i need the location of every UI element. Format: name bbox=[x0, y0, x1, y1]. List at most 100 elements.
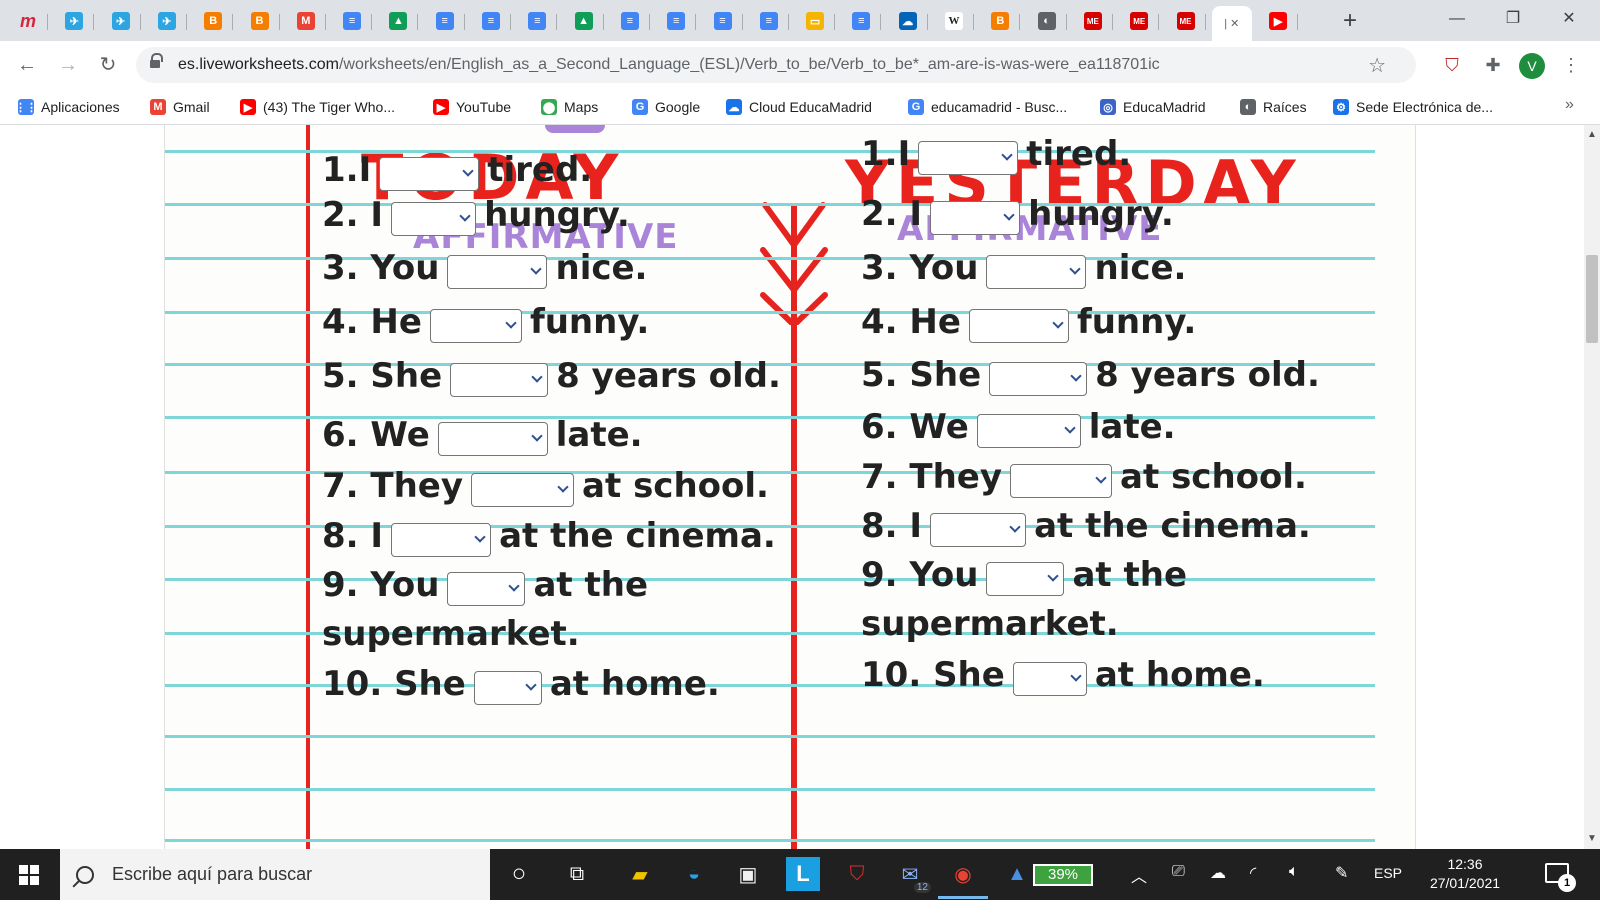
restore-button[interactable]: ❐ bbox=[1488, 4, 1538, 34]
browser-tab[interactable]: M bbox=[286, 6, 326, 36]
start-button[interactable] bbox=[0, 849, 58, 900]
verb-dropdown[interactable] bbox=[986, 254, 1087, 289]
bookmarks-overflow-button[interactable]: » bbox=[1565, 96, 1574, 114]
bookmark-item[interactable]: ▶ (43) The Tiger Who... bbox=[240, 96, 395, 118]
browser-tab[interactable]: ≡ bbox=[610, 6, 650, 36]
browser-tab[interactable]: W bbox=[934, 6, 974, 36]
bookmark-item[interactable]: M Gmail bbox=[150, 96, 210, 118]
browser-tab[interactable]: ≡ bbox=[841, 6, 882, 36]
chrome-icon[interactable]: ◉ bbox=[938, 857, 988, 899]
browser-tab[interactable]: ≡ bbox=[517, 6, 558, 36]
browser-tab[interactable]: ≡ bbox=[656, 6, 697, 36]
browser-tab[interactable]: m bbox=[8, 6, 48, 36]
browser-tab[interactable]: ▶ bbox=[1258, 6, 1299, 36]
browser-tab[interactable]: ◐ bbox=[1027, 6, 1067, 36]
verb-dropdown[interactable] bbox=[437, 421, 548, 456]
vertical-scrollbar[interactable]: ▲ ▼ bbox=[1584, 125, 1600, 849]
verb-dropdown[interactable] bbox=[986, 561, 1065, 596]
bookmark-item[interactable]: ⬤ Maps bbox=[541, 96, 598, 118]
browser-tab[interactable]: ▲ bbox=[564, 6, 604, 36]
bookmark-item[interactable]: ⚙ Sede Electrónica de... bbox=[1333, 96, 1493, 118]
reload-icon[interactable]: ↻ bbox=[94, 51, 122, 79]
browser-tab[interactable]: ≡ bbox=[471, 6, 511, 36]
bookmark-item[interactable]: ▶ YouTube bbox=[433, 96, 511, 118]
verb-dropdown[interactable] bbox=[447, 571, 526, 606]
url-text[interactable]: es.liveworksheets.com/worksheets/en/Engl… bbox=[178, 56, 1160, 74]
address-bar[interactable]: es.liveworksheets.com/worksheets/en/Engl… bbox=[136, 47, 1416, 83]
clock[interactable]: 12:36 27/01/2021 bbox=[1420, 855, 1510, 893]
file-explorer-icon[interactable]: ▰ bbox=[623, 857, 657, 891]
bookmark-item[interactable]: ⋮⋮ Aplicaciones bbox=[15, 96, 120, 118]
lock-icon[interactable] bbox=[150, 53, 163, 70]
browser-tab[interactable]: ▲ bbox=[378, 6, 419, 36]
l-app-icon[interactable]: L bbox=[786, 857, 820, 891]
verb-dropdown[interactable] bbox=[918, 140, 1019, 175]
verb-dropdown[interactable] bbox=[391, 522, 492, 557]
bookmark-item[interactable]: G Google bbox=[632, 96, 700, 118]
battery-indicator[interactable]: 39% bbox=[1033, 864, 1093, 886]
bookmark-item[interactable]: Geducamadrid - Busc... bbox=[908, 96, 1067, 118]
edge-icon[interactable]: ◒ bbox=[677, 857, 711, 891]
verb-dropdown[interactable] bbox=[930, 512, 1027, 547]
browser-tab[interactable]: ME bbox=[1073, 6, 1113, 36]
scroll-up-arrow-icon[interactable]: ▲ bbox=[1587, 129, 1597, 140]
browser-menu-icon[interactable]: ⋮ bbox=[1558, 52, 1584, 78]
new-tab-button[interactable]: + bbox=[1335, 6, 1365, 36]
verb-dropdown[interactable] bbox=[968, 308, 1069, 343]
store-icon[interactable]: ▣ bbox=[731, 857, 765, 891]
photos-icon[interactable]: ▲ bbox=[1000, 857, 1034, 891]
back-arrow-icon[interactable]: ← bbox=[13, 51, 41, 79]
browser-tab[interactable]: ▭ bbox=[795, 6, 836, 36]
verb-dropdown[interactable] bbox=[447, 254, 548, 289]
pen-icon[interactable]: ✎ bbox=[1335, 863, 1348, 883]
verb-dropdown[interactable] bbox=[1012, 661, 1087, 696]
browser-tab[interactable]: B bbox=[193, 6, 234, 36]
volume-icon[interactable]: 🔈︎ bbox=[1289, 863, 1299, 881]
browser-tab[interactable]: ≡ bbox=[749, 6, 789, 36]
tray-expand-icon[interactable]: ︿ bbox=[1131, 863, 1147, 887]
mail-icon[interactable]: ✉ 12 bbox=[893, 857, 931, 893]
verb-dropdown[interactable] bbox=[930, 200, 1021, 235]
verb-dropdown[interactable] bbox=[1010, 463, 1113, 498]
browser-tab[interactable]: ✈ bbox=[54, 6, 95, 36]
minimize-button[interactable]: — bbox=[1432, 4, 1482, 34]
browser-tab[interactable]: ME bbox=[1166, 6, 1206, 36]
verb-dropdown[interactable] bbox=[976, 413, 1081, 448]
language-indicator[interactable]: ESP bbox=[1374, 865, 1402, 881]
scroll-down-arrow-icon[interactable]: ▼ bbox=[1587, 833, 1597, 844]
taskbar-search[interactable]: Escribe aquí para buscar bbox=[60, 849, 490, 900]
browser-tab[interactable]: ✈ bbox=[101, 6, 141, 36]
verb-dropdown[interactable] bbox=[429, 308, 522, 343]
pocket-extension-icon[interactable]: ⛉ bbox=[1439, 52, 1465, 78]
browser-tab[interactable]: ≡ bbox=[425, 6, 465, 36]
browser-tab[interactable]: ☁ bbox=[888, 6, 928, 36]
bookmark-item[interactable]: ◎ EducaMadrid bbox=[1100, 96, 1206, 118]
bookmark-item[interactable]: ◐ Raíces bbox=[1240, 96, 1307, 118]
verb-dropdown[interactable] bbox=[379, 156, 480, 191]
browser-tab[interactable]: B bbox=[980, 6, 1021, 36]
profile-avatar[interactable]: V bbox=[1519, 53, 1545, 79]
scrollbar-thumb[interactable] bbox=[1586, 255, 1598, 343]
usb-device-icon[interactable]: ⎚ bbox=[1172, 863, 1185, 881]
verb-dropdown[interactable] bbox=[391, 201, 477, 236]
cortana-icon[interactable]: ○ bbox=[502, 857, 536, 891]
browser-tab[interactable]: ✈ bbox=[147, 6, 187, 36]
browser-tab[interactable]: | ✕ bbox=[1211, 6, 1252, 41]
verb-dropdown[interactable] bbox=[473, 670, 542, 705]
close-window-button[interactable]: ✕ bbox=[1544, 4, 1594, 34]
mcafee-icon[interactable]: ⛉ bbox=[840, 857, 874, 891]
browser-tab[interactable]: B bbox=[240, 6, 280, 36]
bookmark-star-icon[interactable]: ☆ bbox=[1368, 53, 1386, 78]
verb-dropdown[interactable] bbox=[471, 472, 575, 507]
browser-tab[interactable]: ≡ bbox=[703, 6, 743, 36]
task-view-icon[interactable]: ⧉ bbox=[560, 857, 594, 891]
forward-arrow-icon[interactable]: → bbox=[54, 51, 82, 79]
bookmark-item[interactable]: ☁ Cloud EducaMadrid bbox=[726, 96, 872, 118]
verb-dropdown[interactable] bbox=[989, 361, 1088, 396]
verb-dropdown[interactable] bbox=[450, 362, 549, 397]
browser-tab[interactable]: ME bbox=[1119, 6, 1160, 36]
wifi-icon[interactable]: ◜ bbox=[1250, 863, 1256, 883]
onedrive-icon[interactable]: ☁ bbox=[1210, 863, 1226, 883]
extensions-puzzle-icon[interactable]: ✚ bbox=[1480, 52, 1506, 78]
browser-tab[interactable]: ≡ bbox=[332, 6, 373, 36]
